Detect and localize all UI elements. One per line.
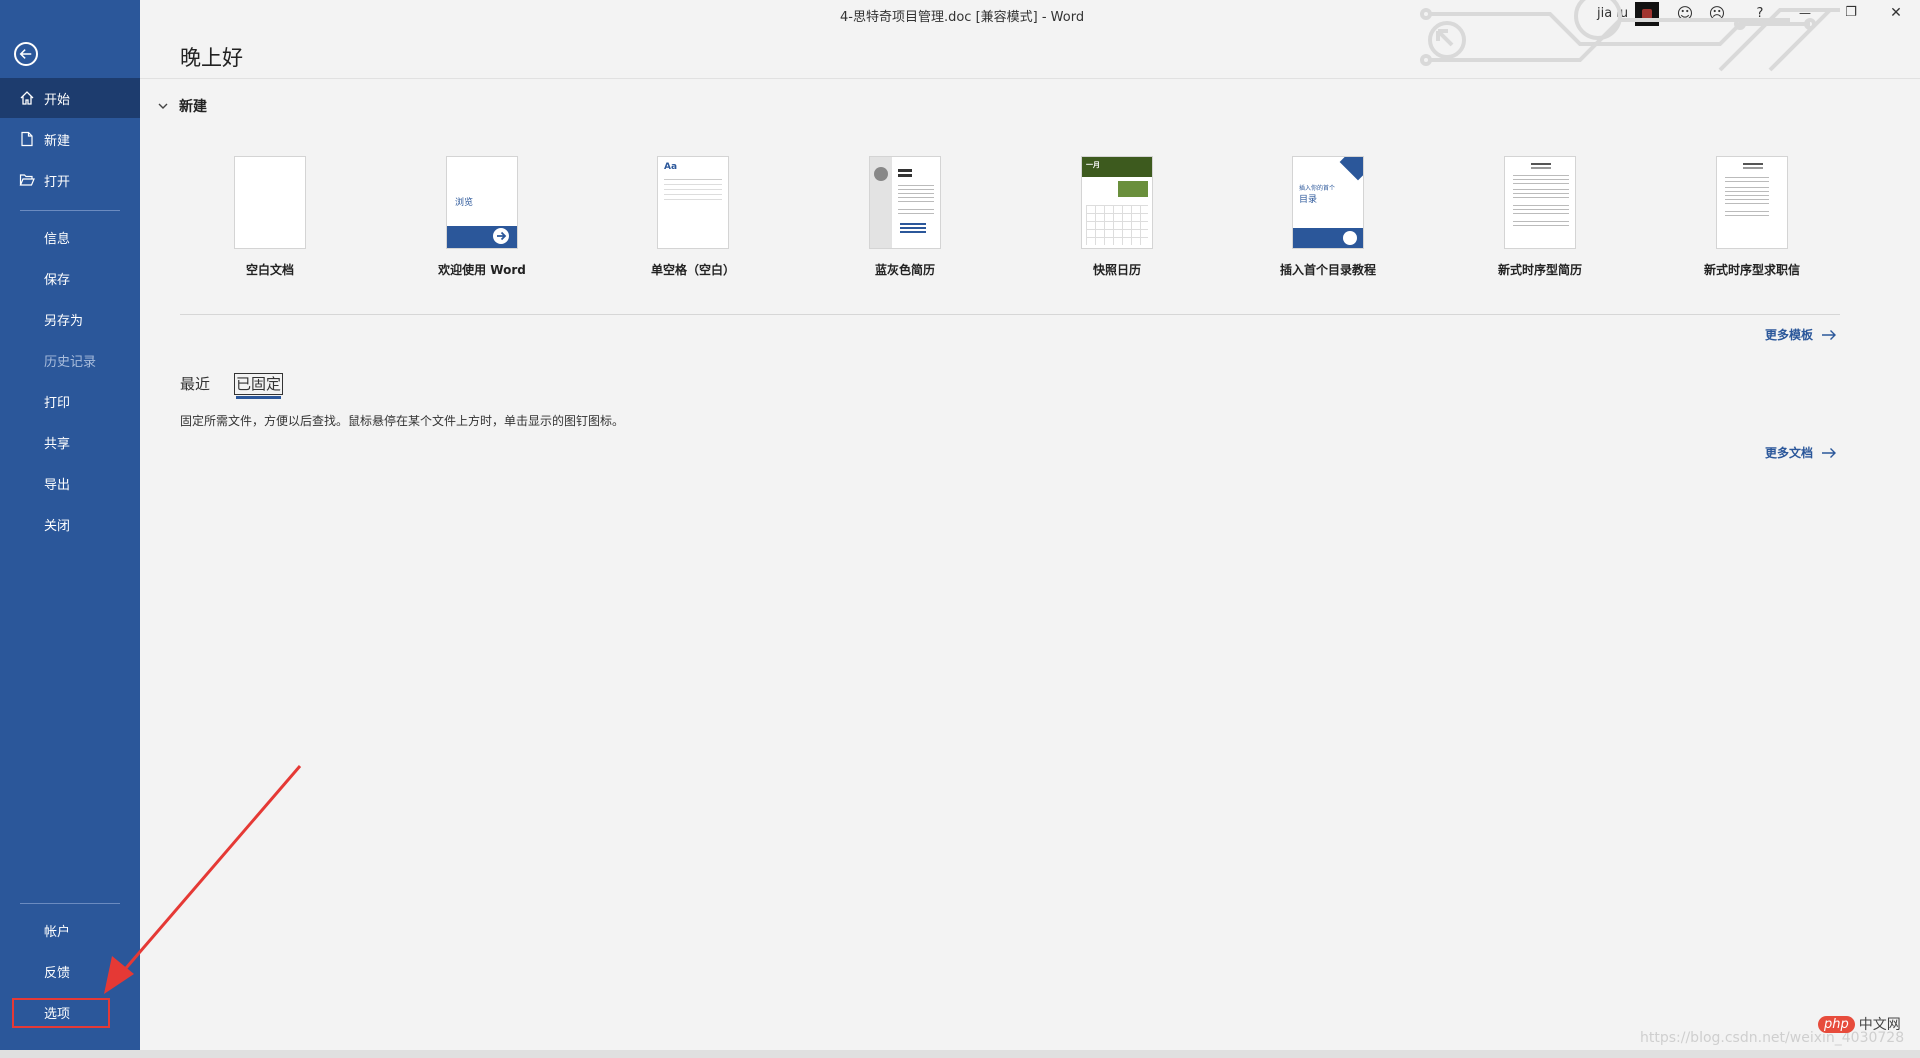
thumb-text: 一月 [1086, 161, 1100, 169]
sidebar-item-label: 关闭 [44, 518, 71, 534]
sidebar-item-new[interactable]: 新建 [0, 119, 140, 159]
thumb-accent [900, 223, 926, 225]
template-modern-resume[interactable]: 新式时序型简历 [1435, 156, 1645, 278]
sidebar-item-open[interactable]: 打开 [0, 160, 140, 200]
template-modern-cover-letter[interactable]: 新式时序型求职信 [1647, 156, 1857, 278]
template-blank-document[interactable]: 空白文档 [165, 156, 375, 278]
php-logo-mark: php [1818, 1015, 1855, 1033]
thumb-photo [1118, 181, 1148, 197]
arrow-right-icon [1343, 231, 1357, 245]
tab-label: 最近 [180, 375, 211, 393]
thumb-lines [898, 185, 934, 186]
sidebar-item-share[interactable]: 共享 [0, 422, 140, 462]
template-thumbnail [234, 156, 306, 249]
thumb-title [1743, 163, 1763, 165]
php-logo-text: 中文网 [1858, 1017, 1901, 1033]
sidebar-item-history: 历史记录 [0, 340, 140, 380]
taskbar-edge [0, 1050, 1920, 1058]
section-divider [180, 314, 1840, 315]
new-document-icon [18, 130, 36, 148]
thumb-grid [1086, 205, 1148, 245]
arrow-right-icon [493, 228, 509, 244]
template-thumbnail [1716, 156, 1788, 249]
sidebar-item-label: 共享 [44, 436, 71, 452]
section-title: 新建 [179, 99, 207, 115]
open-folder-icon [18, 171, 36, 189]
tab-label: 已固定 [233, 373, 284, 395]
sidebar-item-label: 打开 [44, 174, 71, 190]
template-toc-tutorial[interactable]: 插入你的首个 目录 插入首个目录教程 [1223, 156, 1433, 278]
sidebar-item-save-as[interactable]: 另存为 [0, 299, 140, 339]
sidebar-item-label: 反馈 [44, 965, 71, 981]
template-thumbnail: 浏览 [446, 156, 518, 249]
template-welcome-word[interactable]: 浏览 欢迎使用 Word [377, 156, 587, 278]
thumb-subtext: 插入你的首个 [1299, 185, 1336, 192]
arrow-right-icon [1822, 447, 1837, 458]
template-label: 新式时序型简历 [1497, 263, 1582, 277]
sidebar-item-label: 另存为 [44, 313, 84, 329]
template-blue-grey-resume[interactable]: 蓝灰色简历 [800, 156, 1010, 278]
home-icon [18, 89, 36, 107]
tab-pinned[interactable]: 已固定 [233, 373, 284, 399]
thumb-lines [1513, 175, 1569, 176]
template-label: 空白文档 [245, 263, 294, 277]
template-single-spaced[interactable]: Aa 单空格（空白） [588, 156, 798, 278]
sidebar-item-print[interactable]: 打印 [0, 381, 140, 421]
template-label: 单空格（空白） [650, 263, 735, 277]
pinned-hint-text: 固定所需文件，方便以后查找。鼠标悬停在某个文件上方时，单击显示的图钉图标。 [180, 414, 625, 428]
template-label: 新式时序型求职信 [1703, 263, 1800, 277]
sidebar-item-label: 打印 [44, 395, 71, 411]
template-thumbnail: 一月 [1081, 156, 1153, 249]
sidebar-item-label: 新建 [44, 133, 71, 149]
annotation-arrow [104, 765, 302, 994]
arrow-right-icon [1822, 329, 1837, 340]
sidebar-item-close[interactable]: 关闭 [0, 504, 140, 544]
thumb-lines [664, 179, 722, 180]
sidebar-divider [20, 210, 120, 211]
sidebar-item-label: 保存 [44, 272, 71, 288]
more-templates-link[interactable]: 更多模板 [1765, 326, 1837, 343]
header-divider [140, 78, 1920, 79]
new-section-toggle[interactable]: 新建 [157, 96, 207, 116]
template-label: 快照日历 [1092, 263, 1141, 277]
chevron-down-icon [158, 103, 168, 109]
sidebar-item-label: 信息 [44, 231, 71, 247]
sidebar-item-label: 帐户 [44, 924, 71, 940]
more-documents-label: 更多文档 [1765, 446, 1814, 460]
options-highlight-box [12, 998, 110, 1028]
circuit-decoration [1420, 0, 1840, 72]
php-logo: php 中文网 [1818, 1014, 1901, 1034]
thumb-text: Aa [664, 162, 678, 172]
template-label: 欢迎使用 Word [438, 263, 526, 277]
template-thumbnail [869, 156, 941, 249]
template-thumbnail [1504, 156, 1576, 249]
more-templates-label: 更多模板 [1765, 328, 1814, 342]
template-label: 蓝灰色简历 [874, 263, 935, 277]
thumb-lines [1725, 177, 1769, 178]
sidebar-item-home[interactable]: 开始 [0, 78, 140, 118]
tab-recent[interactable]: 最近 [180, 373, 210, 394]
template-snapshot-calendar[interactable]: 一月 快照日历 [1012, 156, 1222, 278]
sidebar-item-label: 历史记录 [44, 354, 97, 370]
sidebar-item-label: 导出 [44, 477, 71, 493]
back-button[interactable] [14, 42, 38, 66]
sidebar-item-export[interactable]: 导出 [0, 463, 140, 503]
template-label: 插入首个目录教程 [1279, 263, 1376, 277]
document-title: 4-思特奇项目管理.doc [兼容模式] - Word [840, 10, 1085, 25]
thumb-photo [874, 167, 888, 181]
page-title: 晚上好 [180, 46, 243, 70]
sidebar-item-info[interactable]: 信息 [0, 217, 140, 257]
template-thumbnail: 插入你的首个 目录 [1292, 156, 1364, 249]
thumb-text: 浏览 [455, 198, 474, 208]
sidebar-item-save[interactable]: 保存 [0, 258, 140, 298]
sidebar-item-label: 开始 [44, 92, 71, 108]
arrow-left-icon [19, 49, 32, 59]
more-documents-link[interactable]: 更多文档 [1765, 444, 1837, 461]
template-thumbnail: Aa [657, 156, 729, 249]
thumb-title [1531, 163, 1551, 165]
thumb-name [898, 169, 912, 172]
thumb-text: 目录 [1299, 195, 1318, 205]
thumb-corner [1339, 157, 1363, 181]
